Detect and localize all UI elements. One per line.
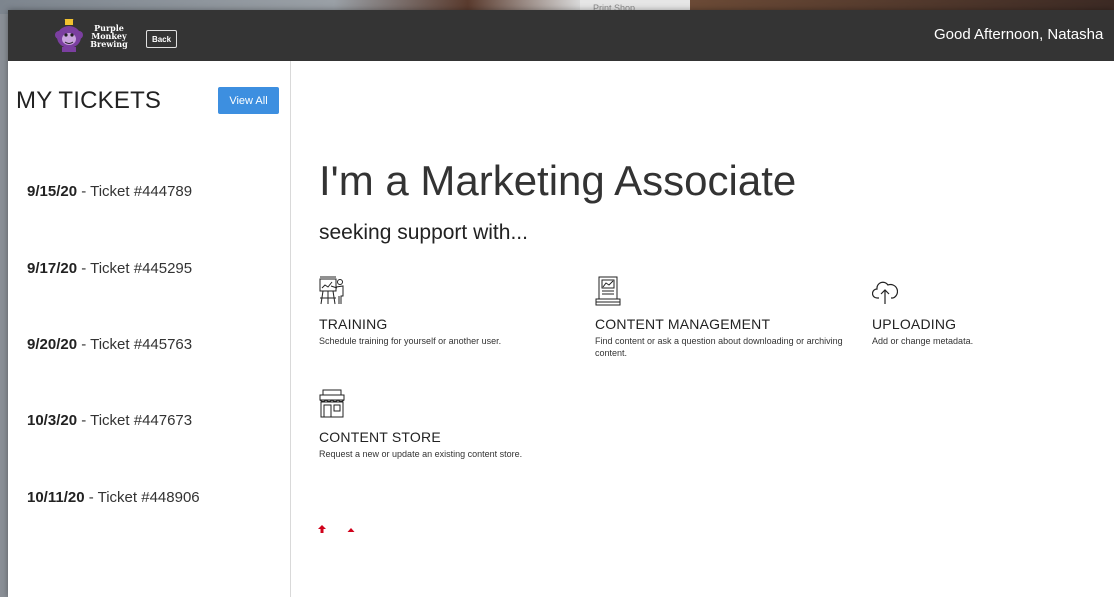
option-description: Request a new or update an existing cont… bbox=[319, 449, 523, 459]
page-title: I'm a Marketing Associate bbox=[319, 157, 797, 204]
ticket-item[interactable]: 10/3/20 - Ticket #447673 bbox=[27, 412, 192, 429]
brand-logo[interactable]: Purple Monkey Brewing bbox=[54, 16, 132, 56]
main-content: I'm a Marketing Associate seeking suppor… bbox=[292, 61, 1114, 597]
option-description: Schedule training for yourself or anothe… bbox=[319, 336, 502, 346]
back-button[interactable]: Back bbox=[146, 30, 177, 48]
ticket-item[interactable]: 9/15/20 - Ticket #444789 bbox=[27, 183, 192, 200]
cloud-upload-icon bbox=[872, 281, 898, 304]
monkey-logo-icon bbox=[55, 19, 83, 52]
option-title: CONTENT STORE bbox=[319, 429, 441, 445]
option-content-store[interactable]: CONTENT STORE Request a new or update an… bbox=[319, 389, 579, 460]
ticket-date: 9/17/20 bbox=[27, 260, 78, 277]
tickets-sidebar: MY TICKETS View All 9/15/20 - Ticket #44… bbox=[8, 61, 291, 597]
sidebar-title: MY TICKETS bbox=[16, 87, 162, 114]
ticket-item[interactable]: 9/17/20 - Ticket #445295 bbox=[27, 260, 192, 277]
app-window: Purple Monkey Brewing Back Good Afternoo… bbox=[8, 10, 1114, 597]
brand-name-line-3: Brewing bbox=[90, 39, 128, 49]
option-content-management[interactable]: CONTENT MANAGEMENT Find content or ask a… bbox=[595, 276, 845, 359]
storefront-icon bbox=[319, 389, 345, 418]
brand-name: Purple Monkey Brewing bbox=[86, 24, 132, 48]
ticket-date: 10/11/20 bbox=[27, 489, 85, 506]
view-all-button[interactable]: View All bbox=[218, 87, 279, 114]
ticket-item[interactable]: 9/20/20 - Ticket #445763 bbox=[27, 336, 192, 353]
option-title: UPLOADING bbox=[872, 316, 957, 332]
user-greeting: Good Afternoon, Natasha bbox=[934, 26, 1104, 43]
ticket-date: 10/3/20 bbox=[27, 412, 78, 429]
option-training[interactable]: TRAINING Schedule training for yourself … bbox=[319, 276, 579, 347]
caret-up-icon[interactable] bbox=[346, 526, 356, 536]
option-title: TRAINING bbox=[319, 316, 388, 332]
ticket-number: - Ticket #445295 bbox=[77, 260, 193, 277]
ticket-number: - Ticket #445763 bbox=[77, 336, 193, 353]
ticket-number: - Ticket #448906 bbox=[84, 489, 200, 506]
ticket-item[interactable]: 10/11/20 - Ticket #448906 bbox=[27, 489, 200, 506]
content-document-icon bbox=[595, 276, 621, 306]
arrow-up-icon[interactable] bbox=[317, 524, 327, 534]
option-uploading[interactable]: UPLOADING Add or change metadata. bbox=[872, 276, 1114, 347]
page-subtitle: seeking support with... bbox=[319, 221, 528, 244]
option-description: Add or change metadata. bbox=[872, 336, 974, 346]
option-title: CONTENT MANAGEMENT bbox=[595, 316, 771, 332]
header-bar: Purple Monkey Brewing Back Good Afternoo… bbox=[8, 10, 1114, 61]
ticket-date: 9/20/20 bbox=[27, 336, 78, 353]
ticket-number: - Ticket #447673 bbox=[77, 412, 193, 429]
option-description: Find content or ask a question about dow… bbox=[595, 336, 843, 358]
training-easel-icon bbox=[319, 276, 344, 305]
ticket-date: 9/15/20 bbox=[27, 183, 78, 200]
ticket-number: - Ticket #444789 bbox=[77, 183, 193, 200]
